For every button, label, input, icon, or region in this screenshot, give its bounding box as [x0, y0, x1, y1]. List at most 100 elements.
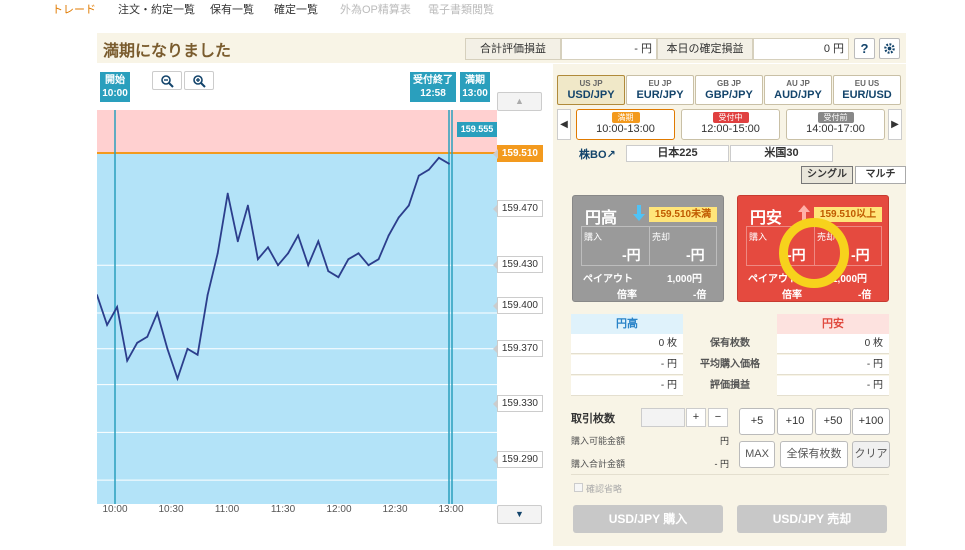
price-point	[136, 341, 139, 344]
divider	[571, 474, 889, 475]
pair-tab-eurjpy[interactable]: EU JP EUR/JPY	[626, 75, 694, 105]
payout-label: ペイアウト	[583, 274, 633, 285]
sell-label: 売却	[652, 232, 671, 242]
price-label: 159.290	[493, 451, 543, 468]
available-label: 購入可能金額	[571, 436, 626, 446]
mode-single-button[interactable]: シングル	[801, 166, 853, 184]
round-prev-button[interactable]: ◀	[557, 109, 571, 140]
scroll-up-button[interactable]: ▲	[497, 92, 542, 111]
pnl-label: 評価損益	[710, 380, 750, 391]
click-indicator	[779, 218, 849, 288]
price-label: 159.470	[493, 200, 543, 217]
status-bar: 満期になりました 合計評価損益 - 円 本日の確定損益 0 円 ?	[97, 33, 906, 63]
pair-tab-usdjpy[interactable]: US JP USD/JPY	[557, 75, 625, 105]
close-marker-time: 12:58	[420, 88, 446, 99]
price-point	[226, 192, 229, 195]
price-point	[277, 264, 279, 267]
price-point	[236, 240, 239, 243]
high-quantity: 0 枚	[571, 334, 683, 354]
time-label: 13:00	[438, 504, 464, 515]
time-label: 11:30	[270, 504, 296, 515]
price-point	[347, 258, 350, 261]
nav-settled[interactable]: 確定一覧	[274, 1, 318, 17]
max-button[interactable]: MAX	[739, 441, 775, 468]
add-50-button[interactable]: +50	[815, 408, 851, 435]
price-point	[146, 335, 149, 338]
high-pnl: - 円	[571, 376, 683, 396]
price-chart[interactable]: 開始 10:00 受付終了 12:58 満期 13:00 159.555 ▲ 1…	[97, 64, 543, 534]
time-label: 12:00	[326, 504, 352, 515]
pair-tab-label: AUD/JPY	[774, 89, 822, 101]
scroll-down-button[interactable]: ▼	[497, 505, 542, 524]
nav-orders[interactable]: 注文・約定一覧	[118, 1, 195, 17]
price-point	[287, 252, 289, 255]
confirm-skip-label: 確認省略	[586, 484, 623, 494]
pair-tab-eurusd[interactable]: EU US EUR/USD	[833, 75, 901, 105]
expiry-marker-time: 13:00	[462, 88, 488, 99]
pair-tab-audjpy[interactable]: AU JP AUD/JPY	[764, 75, 832, 105]
close-marker-label: 受付終了	[413, 75, 453, 86]
time-label: 10:00	[102, 504, 128, 515]
chevron-left-icon: ◀	[560, 119, 568, 130]
zoom-out-button[interactable]	[152, 71, 182, 90]
round-tab[interactable]: 受付前 14:00-17:00	[786, 109, 885, 140]
confirm-skip-checkbox[interactable]	[574, 483, 583, 492]
pair-tab-gbpjpy[interactable]: GB JP GBP/JPY	[695, 75, 763, 105]
expiry-marker: 満期 13:00	[460, 72, 490, 102]
mode-multi-button[interactable]: マルチ	[855, 166, 906, 184]
product-dow-button[interactable]: 米国30	[730, 145, 833, 162]
yen-high-card[interactable]: 円高 159.510未満 購入 売却 -円 -円 ペイアウト 1,000円 倍率…	[572, 195, 724, 302]
price-point	[357, 252, 360, 255]
au-jp-flags-icon: AU JP	[786, 79, 810, 88]
round-next-button[interactable]: ▶	[888, 109, 902, 140]
qty-input[interactable]	[641, 408, 685, 427]
yen-high-price-box: 購入 売却 -円 -円	[581, 226, 717, 266]
us-jp-flags-icon: US JP	[579, 79, 603, 88]
rate-label: 倍率	[617, 290, 637, 301]
gb-jp-flags-icon: GB JP	[716, 79, 741, 88]
price-label: 159.400	[493, 297, 543, 314]
upper-zone	[97, 110, 497, 153]
price-point	[327, 270, 330, 273]
chart-canvas[interactable]	[97, 64, 497, 504]
sell-button[interactable]: USD/JPY 売却	[737, 505, 887, 533]
position-summary: 円高 円安 0 枚 保有枚数 0 枚 - 円 平均購入価格 - 円 - 円 評価…	[571, 314, 889, 396]
price-label: 159.430	[493, 256, 543, 273]
lower-zone	[97, 153, 497, 504]
rate-value: -倍	[693, 290, 707, 301]
pair-tab-label: EUR/JPY	[636, 89, 684, 101]
add-100-button[interactable]: +100	[852, 408, 890, 435]
yen-high-title: 円高	[585, 210, 618, 227]
all-holdings-button[interactable]: 全保有枚数	[780, 441, 848, 468]
qty-minus-button[interactable]: −	[708, 408, 728, 427]
price-point	[176, 377, 179, 380]
start-marker: 開始 10:00	[100, 72, 130, 102]
settings-button[interactable]	[879, 38, 900, 59]
yen-high-condition-badge: 159.510未満	[649, 207, 717, 222]
price-point	[387, 234, 390, 237]
round-status-badge: 満期	[611, 112, 640, 123]
payout-value: 1,000円	[667, 274, 703, 285]
target-price-label: 159.510	[493, 145, 543, 162]
help-button[interactable]: ?	[854, 38, 875, 59]
zoom-in-button[interactable]	[184, 71, 214, 90]
buy-button[interactable]: USD/JPY 購入	[573, 505, 723, 533]
nav-trade[interactable]: トレード	[52, 1, 96, 17]
round-tab[interactable]: 満期 10:00-13:00	[576, 109, 675, 140]
price-point	[377, 258, 380, 261]
total-label: 購入合計金額	[571, 459, 626, 469]
nav-holdings[interactable]: 保有一覧	[210, 1, 254, 17]
clear-button[interactable]: クリア	[852, 441, 890, 468]
price-point	[407, 204, 410, 207]
add-10-button[interactable]: +10	[777, 408, 813, 435]
nav-op-sheet[interactable]: 外為OP精算表	[340, 1, 411, 17]
low-quantity: 0 枚	[777, 334, 889, 354]
valuation-label: 合計評価損益	[465, 38, 561, 60]
eu-us-flags-icon: EU US	[854, 79, 880, 88]
stock-bo-link[interactable]: 株BO↗	[579, 146, 616, 162]
round-tab[interactable]: 受付中 12:00-15:00	[681, 109, 780, 140]
nav-documents[interactable]: 電子書類閲覧	[428, 1, 494, 17]
qty-plus-button[interactable]: +	[686, 408, 706, 427]
add-5-button[interactable]: +5	[739, 408, 775, 435]
product-nikkei-button[interactable]: 日本225	[626, 145, 729, 162]
